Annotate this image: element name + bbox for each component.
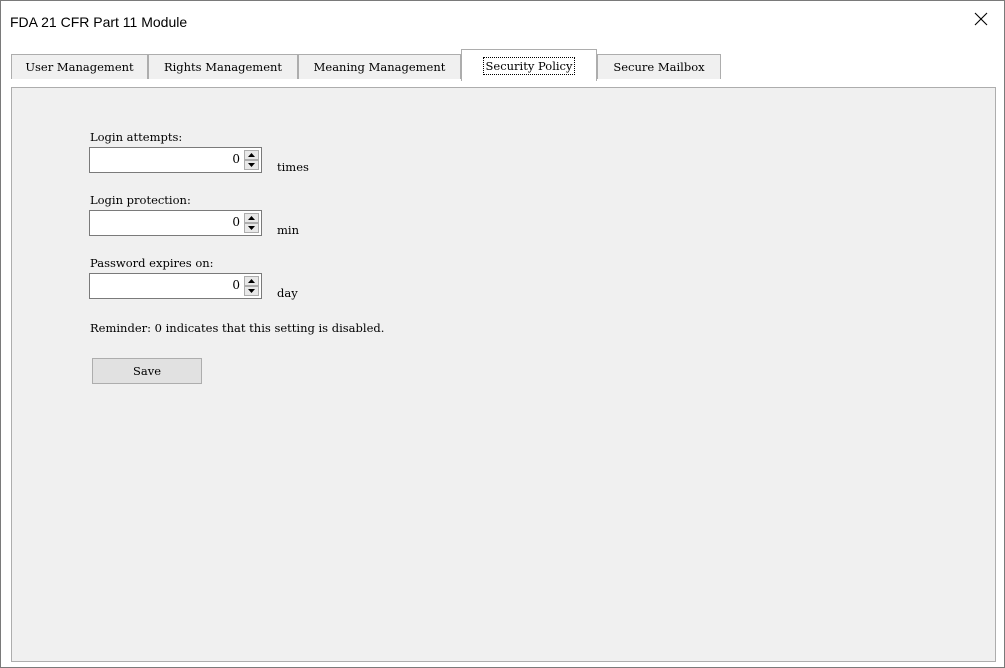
chevron-up-icon [248,153,255,157]
window-title: FDA 21 CFR Part 11 Module [10,14,188,30]
tab-label: Rights Management [163,60,283,74]
spin-buttons [244,213,259,233]
dialog-window: FDA 21 CFR Part 11 Module User Managemen… [0,0,1005,668]
reminder-text: Reminder: 0 indicates that this setting … [90,321,385,335]
tab-meaning-management[interactable]: Meaning Management [298,54,461,79]
spin-buttons [244,276,259,296]
save-button[interactable]: Save [92,358,202,384]
chevron-down-icon [248,226,255,230]
increment-button[interactable] [244,150,259,160]
increment-button[interactable] [244,213,259,223]
tab-rights-management[interactable]: Rights Management [148,54,298,79]
spin-buttons [244,150,259,170]
login-attempts-label: Login attempts: [90,130,183,144]
password-expires-stepper[interactable]: 0 [89,273,262,299]
tab-strip: User Management Rights Management Meanin… [11,47,996,91]
tab-label: Secure Mailbox [613,60,705,74]
password-expires-label: Password expires on: [90,256,214,270]
login-attempts-value: 0 [232,152,240,166]
login-attempts-unit: times [277,160,309,174]
save-button-label: Save [132,364,162,378]
chevron-down-icon [248,163,255,167]
close-button[interactable] [958,1,1004,41]
login-protection-label: Login protection: [90,193,191,207]
tab-label: User Management [25,60,134,74]
password-expires-value: 0 [232,278,240,292]
increment-button[interactable] [244,276,259,286]
login-protection-unit: min [277,223,299,237]
decrement-button[interactable] [244,160,259,170]
chevron-down-icon [248,289,255,293]
decrement-button[interactable] [244,223,259,233]
login-attempts-stepper[interactable]: 0 [89,147,262,173]
close-icon [974,12,988,31]
chevron-up-icon [248,279,255,283]
tab-label: Meaning Management [313,60,446,74]
decrement-button[interactable] [244,286,259,296]
login-protection-stepper[interactable]: 0 [89,210,262,236]
tab-secure-mailbox[interactable]: Secure Mailbox [597,54,721,79]
tab-label: Security Policy [482,56,576,75]
login-protection-value: 0 [232,215,240,229]
title-bar: FDA 21 CFR Part 11 Module [1,1,1004,41]
tab-security-policy[interactable]: Security Policy [461,49,597,81]
tab-user-management[interactable]: User Management [11,54,148,79]
security-policy-panel: Login attempts: 0 times Login protection… [11,87,996,662]
password-expires-unit: day [277,286,298,300]
chevron-up-icon [248,216,255,220]
